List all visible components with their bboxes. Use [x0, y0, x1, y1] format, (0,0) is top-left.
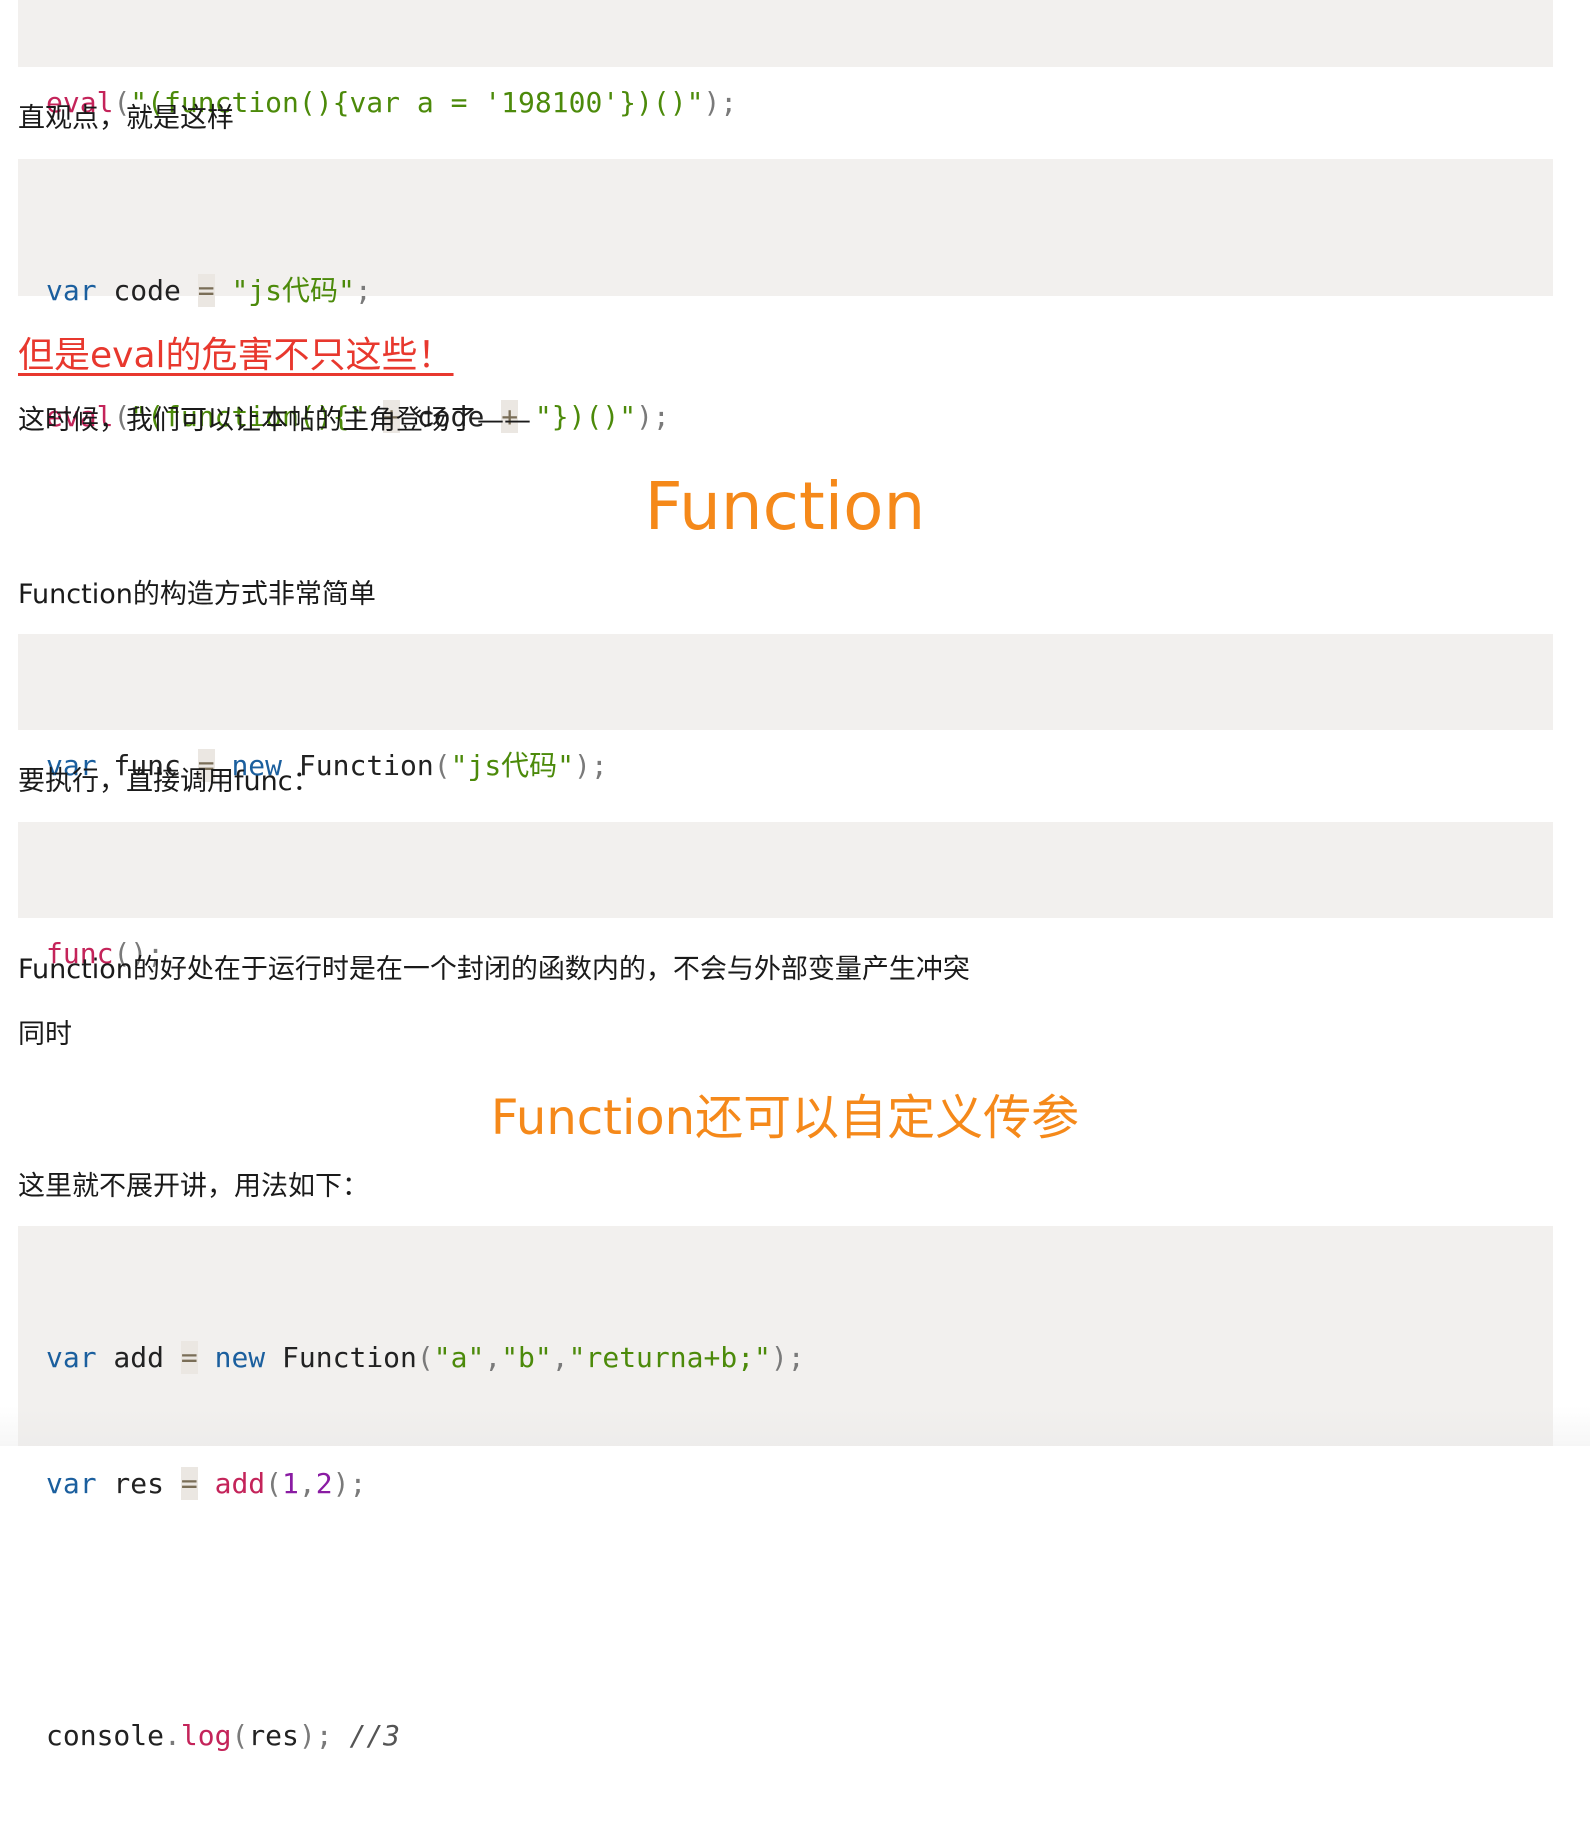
code-line: eval("(function(){var a = '198100'})()")…	[46, 86, 738, 119]
code-block-eval-example: eval("(function(){var a = '198100'})()")…	[18, 0, 1553, 119]
code-block-params-example: var add = new Function("a","b","returna+…	[18, 1226, 1553, 1752]
paragraph-execute: 要执行，直接调用func：	[18, 766, 320, 797]
paragraph-intuitive: 直观点，就是这样	[18, 103, 234, 134]
heading-function: Function	[644, 468, 926, 545]
code-line: var res = add(1,2);	[46, 1467, 367, 1500]
code-line: var code = "js代码";	[46, 274, 372, 307]
warning-link[interactable]: 但是eval的危害不只这些！	[18, 326, 454, 378]
article-page: eval("(function(){var a = '198100'})()")…	[0, 0, 1590, 1752]
paragraph-meanwhile: 同时	[18, 1019, 72, 1050]
heading-custom-params: Function还可以自定义传参	[490, 1090, 1080, 1146]
paragraph-benefit: Function的好处在于运行时是在一个封闭的函数内的，不会与外部变量产生冲突	[18, 954, 970, 985]
code-block-call-func: func();	[18, 822, 1553, 970]
paragraph-usage: 这里就不展开讲，用法如下：	[18, 1171, 369, 1202]
paragraph-construct: Function的构造方式非常简单	[18, 579, 376, 610]
code-block-new-function: var func = new Function("js代码");	[18, 634, 1553, 782]
code-line: var add = new Function("a","b","returna+…	[46, 1341, 805, 1374]
code-block-eval-wrap: var code = "js代码"; eval("(function(){" +…	[18, 159, 1553, 433]
code-line: console.log(res); //3	[46, 1719, 401, 1752]
paragraph-introduce: 这时候，我们可以让本帖的主角登场了——	[18, 405, 531, 436]
